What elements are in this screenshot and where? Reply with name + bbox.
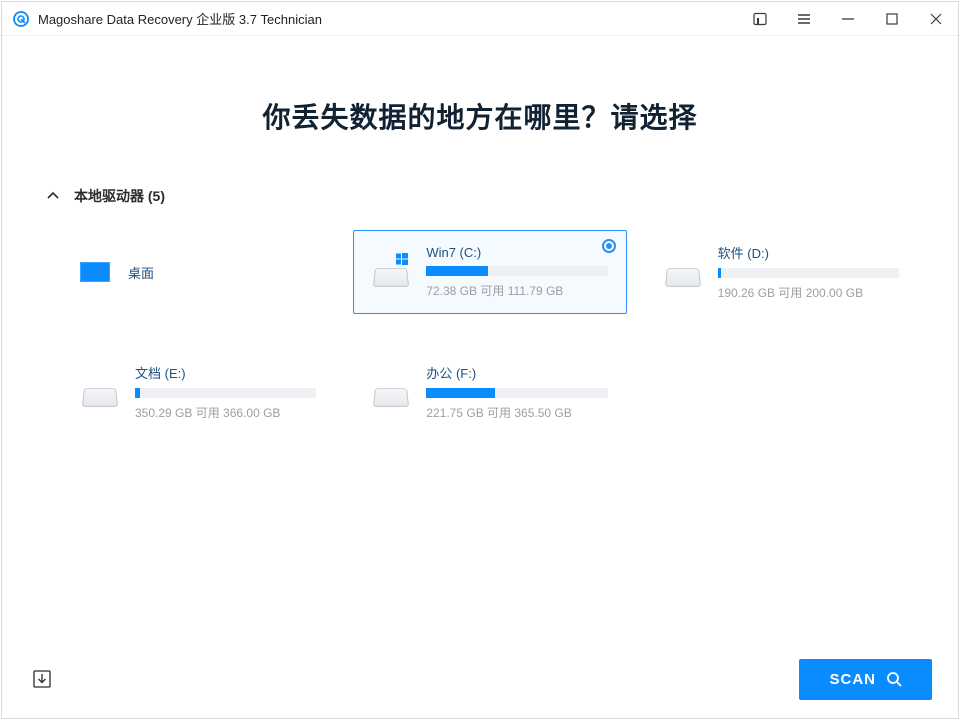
drive-info: Win7 (C:) 72.38 GB 可用 111.79 GB (426, 245, 607, 299)
footer: SCAN (2, 640, 958, 718)
scan-button[interactable]: SCAN (799, 659, 932, 700)
titlebar-right (738, 2, 958, 36)
titlebar: Magoshare Data Recovery 企业版 3.7 Technici… (2, 2, 958, 36)
drive-info: 办公 (F:) 221.75 GB 可用 365.50 GB (426, 363, 607, 421)
desktop-card[interactable]: 桌面 (62, 230, 335, 314)
drive-card-c[interactable]: Win7 (C:) 72.38 GB 可用 111.79 GB (353, 230, 626, 314)
main-content: 你丢失数据的地方在哪里？请选择 本地驱动器 (5) 桌面 (2, 36, 958, 640)
app-logo-icon (12, 10, 30, 28)
drive-icon (372, 257, 410, 287)
drive-sub: 190.26 GB 可用 200.00 GB (718, 284, 899, 301)
drive-icon (664, 257, 702, 287)
close-button[interactable] (914, 2, 958, 36)
window-title: Magoshare Data Recovery 企业版 3.7 Technici… (38, 9, 322, 28)
desktop-icon (80, 262, 110, 282)
menu-button[interactable] (782, 2, 826, 36)
usage-bar (135, 388, 316, 398)
usage-fill (426, 388, 495, 398)
drive-name: 文档 (E:) (135, 363, 316, 382)
page-headline: 你丢失数据的地方在哪里？请选择 (42, 96, 918, 136)
import-button[interactable] (28, 665, 56, 693)
search-icon (886, 671, 902, 687)
drive-card-e[interactable]: 文档 (E:) 350.29 GB 可用 366.00 GB (62, 350, 335, 434)
usage-bar (426, 266, 607, 276)
drive-icon (372, 377, 410, 407)
drive-card-f[interactable]: 办公 (F:) 221.75 GB 可用 365.50 GB (353, 350, 626, 434)
usage-fill (135, 388, 140, 398)
usage-fill (718, 268, 722, 278)
drive-info: 文档 (E:) 350.29 GB 可用 366.00 GB (135, 363, 316, 421)
drive-card-d[interactable]: 软件 (D:) 190.26 GB 可用 200.00 GB (645, 230, 918, 314)
drive-icon (81, 377, 119, 407)
desktop-label: 桌面 (128, 263, 154, 282)
drive-info: 软件 (D:) 190.26 GB 可用 200.00 GB (718, 243, 899, 301)
scan-label: SCAN (829, 671, 876, 688)
radio-selected-icon (602, 239, 616, 253)
drive-sub: 72.38 GB 可用 111.79 GB (426, 282, 607, 299)
minimize-button[interactable] (826, 2, 870, 36)
usage-fill (426, 266, 488, 276)
key-button[interactable] (738, 2, 782, 36)
drive-sub: 350.29 GB 可用 366.00 GB (135, 404, 316, 421)
drive-name: 办公 (F:) (426, 363, 607, 382)
windows-logo-icon (396, 253, 408, 265)
chevron-up-icon (46, 189, 60, 203)
titlebar-left: Magoshare Data Recovery 企业版 3.7 Technici… (12, 9, 738, 28)
drive-name: 软件 (D:) (718, 243, 899, 262)
usage-bar (718, 268, 899, 278)
app-window: Magoshare Data Recovery 企业版 3.7 Technici… (1, 1, 959, 719)
drive-name: Win7 (C:) (426, 245, 607, 260)
section-title: 本地驱动器 (5) (74, 186, 165, 206)
drive-grid: 桌面 Win7 (C:) 72.38 GB 可用 111.79 GB (62, 230, 918, 434)
drive-sub: 221.75 GB 可用 365.50 GB (426, 404, 607, 421)
section-header[interactable]: 本地驱动器 (5) (46, 186, 918, 206)
maximize-button[interactable] (870, 2, 914, 36)
usage-bar (426, 388, 607, 398)
